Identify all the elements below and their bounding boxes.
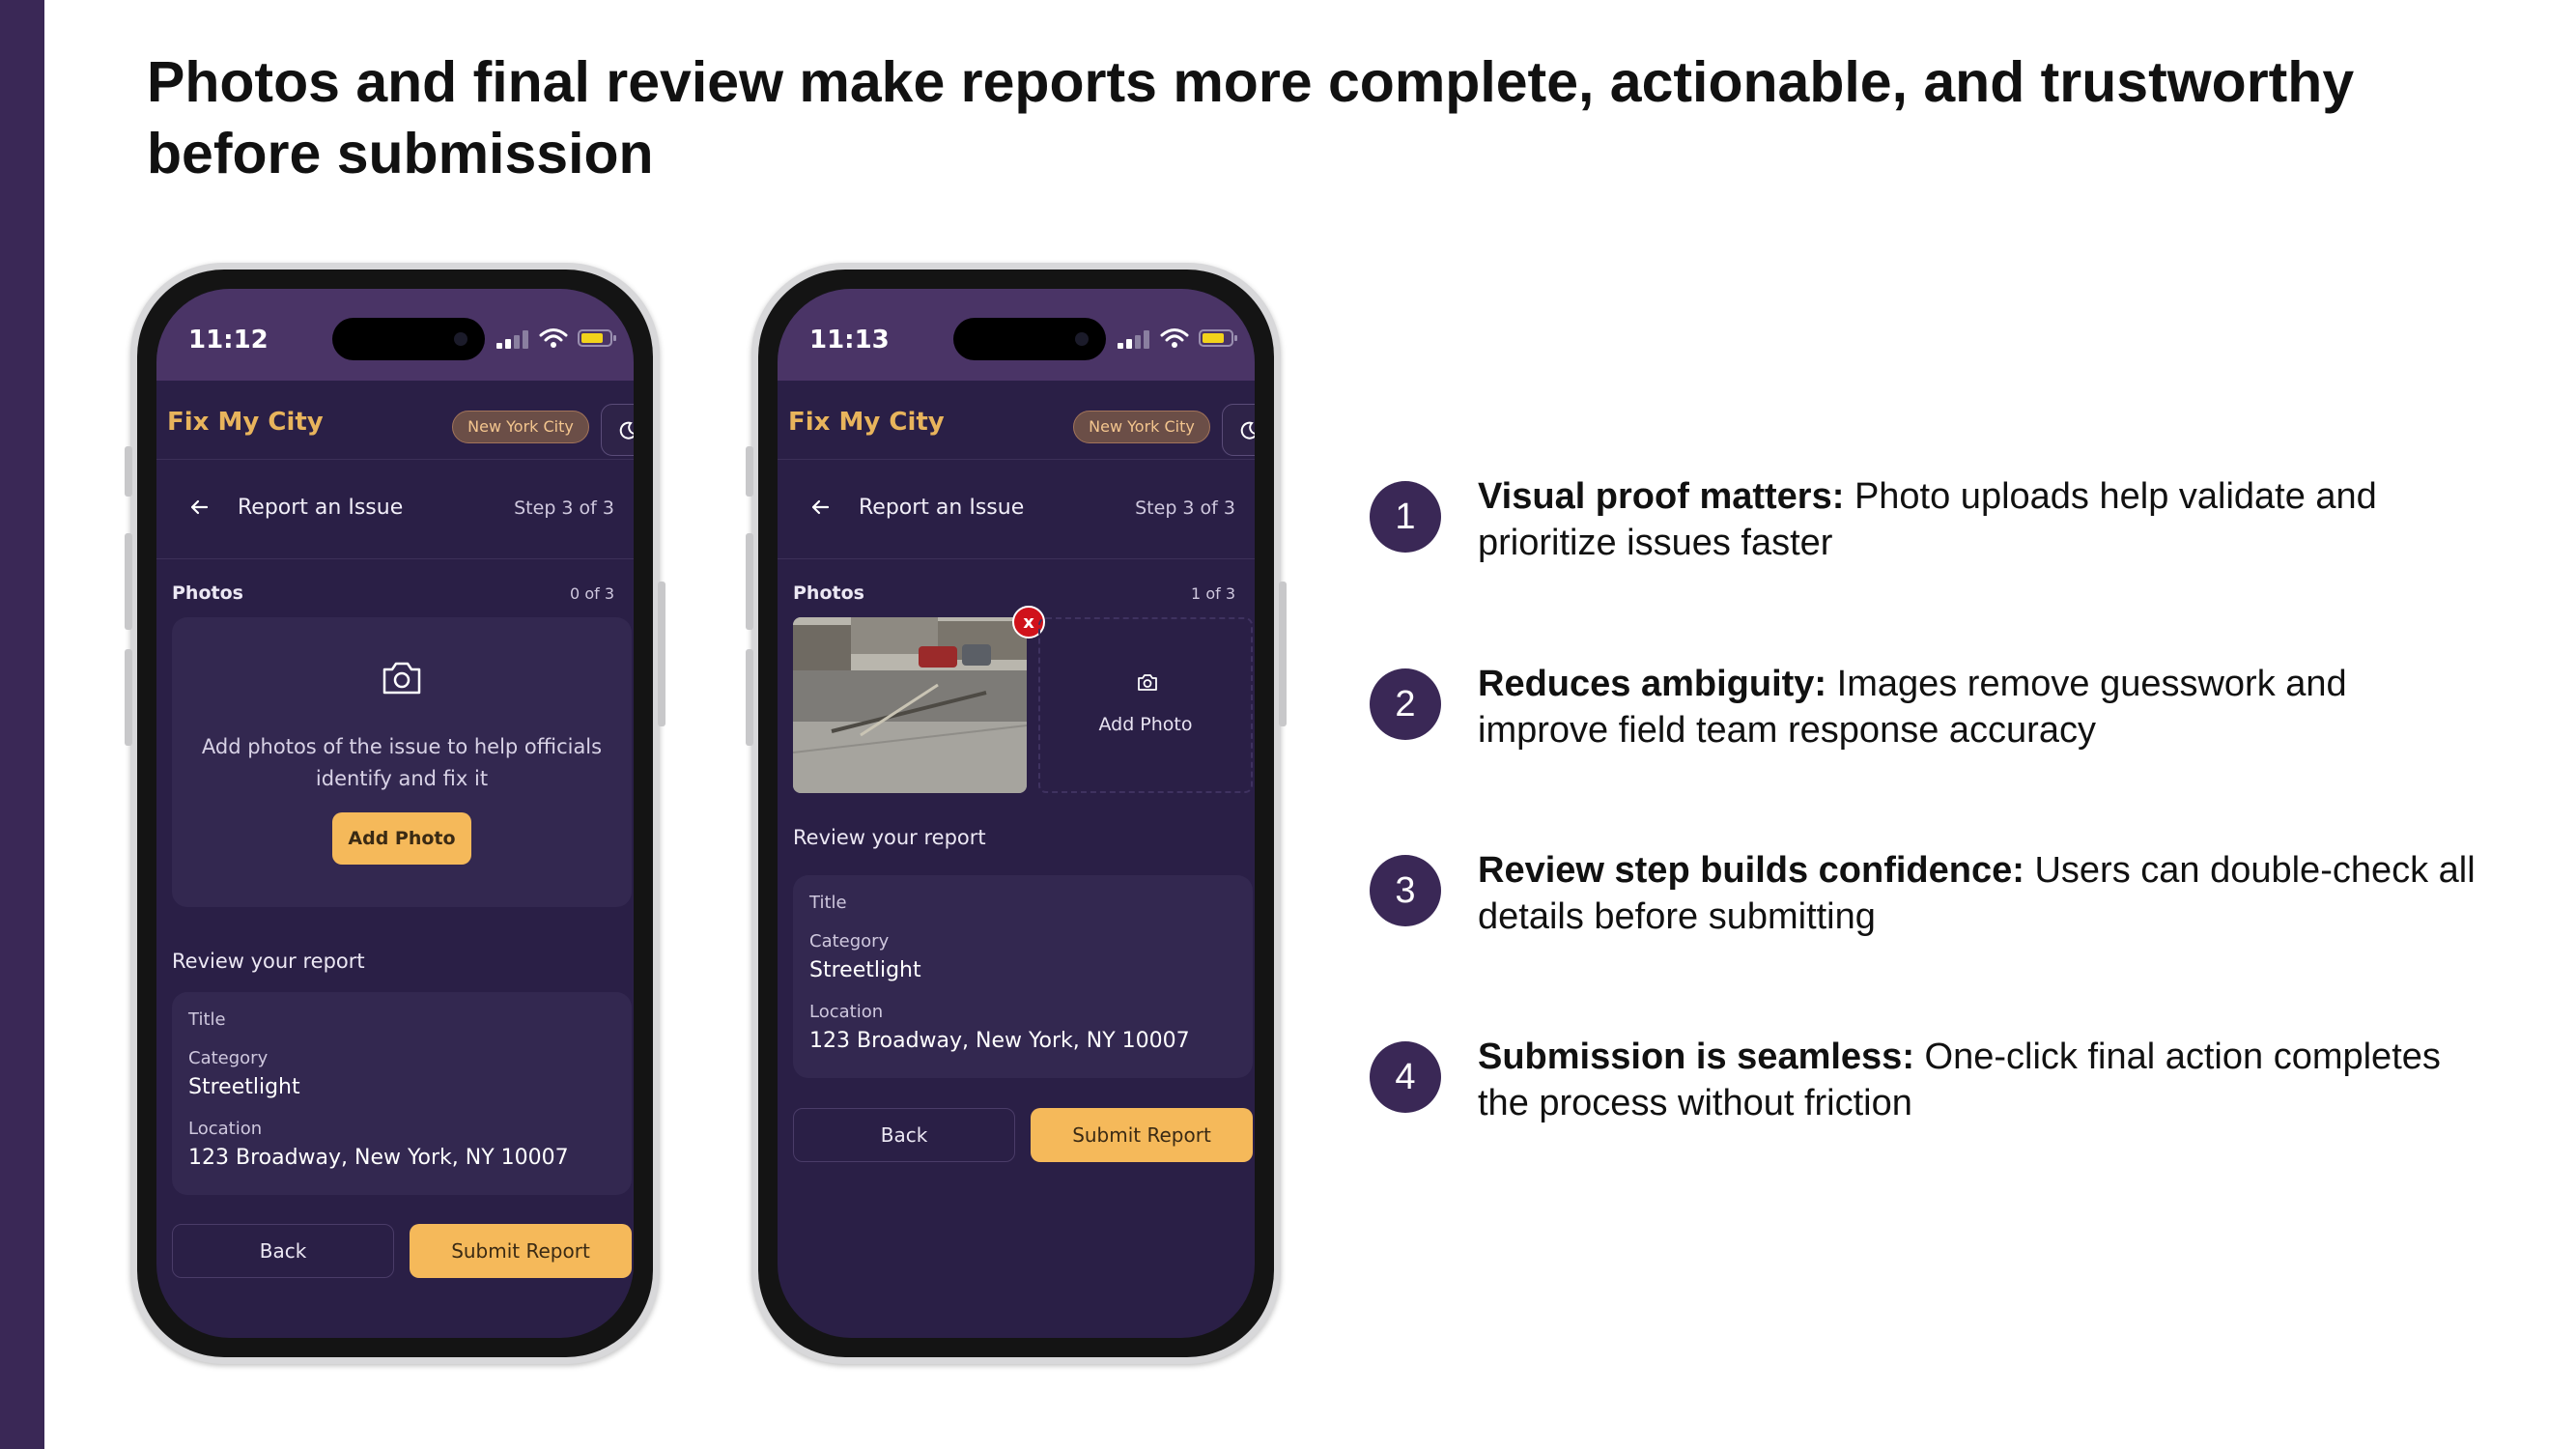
- review-title-label: Title: [809, 893, 847, 913]
- page-title: Report an Issue: [238, 496, 404, 520]
- page-title: Report an Issue: [859, 496, 1025, 520]
- city-badge[interactable]: New York City: [452, 411, 589, 443]
- volume-down-button: [125, 649, 132, 746]
- point-heading: Visual proof matters:: [1478, 476, 1845, 517]
- phone-mockup-with-photo: 11:13 Fix My City New York City Report a…: [746, 263, 1287, 1364]
- review-category-value: Streetlight: [188, 1075, 300, 1099]
- signal-icon: [1118, 329, 1150, 349]
- battery-icon: [578, 329, 616, 347]
- point-heading: Review step builds confidence:: [1478, 850, 2024, 891]
- nav-row: Report an Issue Step 3 of 3: [778, 461, 1255, 559]
- submit-report-button[interactable]: Submit Report: [1031, 1108, 1253, 1162]
- status-icons: [496, 327, 616, 349]
- point-text: Reduces ambiguity: Images remove guesswo…: [1478, 661, 2482, 753]
- phone-screen: 11:13 Fix My City New York City Report a…: [778, 289, 1255, 1338]
- app-name: Fix My City: [788, 408, 945, 437]
- status-icons: [1118, 327, 1237, 349]
- silent-switch: [125, 446, 132, 497]
- point-number: 3: [1370, 855, 1441, 926]
- add-photo-label: Add Photo: [1098, 714, 1193, 735]
- street-photo-image: [793, 617, 1027, 793]
- power-button: [658, 582, 665, 726]
- wifi-icon: [539, 328, 568, 348]
- back-arrow-icon[interactable]: [187, 496, 211, 519]
- review-category-label: Category: [188, 1048, 269, 1068]
- photos-count: 0 of 3: [570, 584, 614, 603]
- volume-up-button: [125, 533, 132, 630]
- status-bar: 11:13: [778, 289, 1255, 381]
- photos-label: Photos: [793, 582, 864, 604]
- point-number: 2: [1370, 668, 1441, 740]
- submit-report-button[interactable]: Submit Report: [410, 1224, 632, 1278]
- photos-label: Photos: [172, 582, 243, 604]
- review-location-value: 123 Broadway, New York, NY 10007: [809, 1029, 1190, 1053]
- phone-bezel: 11:13 Fix My City New York City Report a…: [758, 270, 1274, 1357]
- point-number: 4: [1370, 1041, 1441, 1113]
- battery-icon: [1199, 329, 1237, 347]
- volume-down-button: [746, 649, 753, 746]
- wifi-icon: [1160, 328, 1189, 348]
- silent-switch: [746, 446, 753, 497]
- dynamic-island: [953, 318, 1106, 360]
- signal-icon: [496, 329, 529, 349]
- review-category-value: Streetlight: [809, 958, 921, 982]
- uploaded-photo-thumbnail[interactable]: [793, 617, 1027, 793]
- back-button[interactable]: Back: [172, 1224, 394, 1278]
- status-bar: 11:12: [156, 289, 634, 381]
- review-location-label: Location: [188, 1119, 263, 1139]
- review-location-label: Location: [809, 1002, 884, 1022]
- camera-icon: [382, 662, 421, 695]
- photos-count: 1 of 3: [1191, 584, 1235, 603]
- app-header: Fix My City New York City: [778, 381, 1255, 460]
- back-arrow-icon[interactable]: [808, 496, 832, 519]
- point-heading: Submission is seamless:: [1478, 1037, 1914, 1077]
- review-card: Title Category Streetlight Location 123 …: [793, 875, 1253, 1078]
- city-badge[interactable]: New York City: [1073, 411, 1210, 443]
- review-heading: Review your report: [793, 826, 986, 849]
- photo-upload-area[interactable]: Add photos of the issue to help official…: [172, 617, 632, 907]
- app-name: Fix My City: [167, 408, 324, 437]
- back-button[interactable]: Back: [793, 1108, 1015, 1162]
- theme-toggle-button[interactable]: [1222, 404, 1255, 456]
- phone-screen: 11:12 Fix My City New York City Report a…: [156, 289, 634, 1338]
- phone-bezel: 11:12 Fix My City New York City Report a…: [137, 270, 653, 1357]
- power-button: [1279, 582, 1287, 726]
- status-time: 11:12: [188, 326, 269, 355]
- left-accent-bar: [0, 0, 44, 1449]
- point-number: 1: [1370, 481, 1441, 553]
- review-location-value: 123 Broadway, New York, NY 10007: [188, 1146, 569, 1170]
- phone-mockup-empty: 11:12 Fix My City New York City Report a…: [125, 263, 665, 1364]
- slide-title: Photos and final review make reports mor…: [147, 50, 2355, 185]
- add-photo-button[interactable]: Add Photo: [332, 812, 471, 865]
- review-title-label: Title: [188, 1009, 226, 1030]
- camera-icon: [1138, 674, 1157, 691]
- review-card: Title Category Streetlight Location 123 …: [172, 992, 632, 1195]
- nav-row: Report an Issue Step 3 of 3: [156, 461, 634, 559]
- dynamic-island: [332, 318, 485, 360]
- add-photo-tile[interactable]: Add Photo: [1038, 617, 1253, 793]
- review-heading: Review your report: [172, 950, 365, 973]
- point-heading: Reduces ambiguity:: [1478, 664, 1827, 704]
- point-text: Visual proof matters: Photo uploads help…: [1478, 473, 2482, 566]
- moon-icon: [1240, 421, 1255, 440]
- point-text: Review step builds confidence: Users can…: [1478, 847, 2482, 940]
- upload-hint: Add photos of the issue to help official…: [201, 735, 603, 790]
- step-indicator: Step 3 of 3: [1135, 497, 1235, 519]
- volume-up-button: [746, 533, 753, 630]
- point-text: Submission is seamless: One-click final …: [1478, 1034, 2482, 1126]
- moon-icon: [619, 421, 634, 440]
- review-category-label: Category: [809, 931, 890, 952]
- theme-toggle-button[interactable]: [601, 404, 634, 456]
- app-header: Fix My City New York City: [156, 381, 634, 460]
- status-time: 11:13: [809, 326, 890, 355]
- step-indicator: Step 3 of 3: [514, 497, 614, 519]
